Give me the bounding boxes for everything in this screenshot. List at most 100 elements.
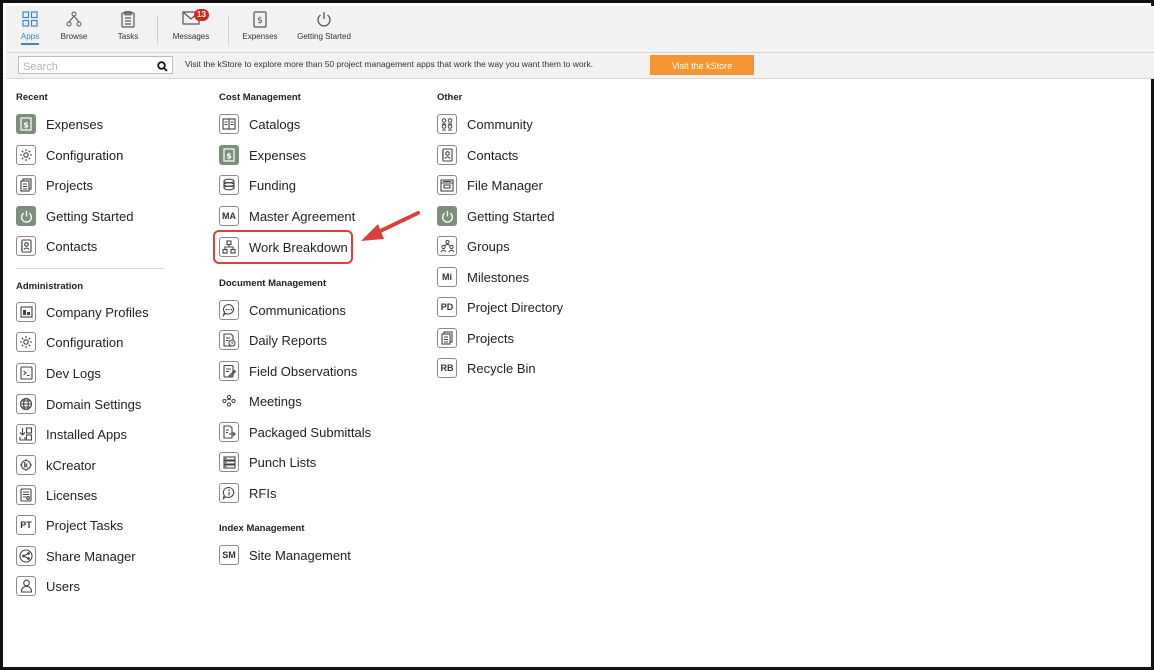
admin-item-licenses[interactable]: Licenses xyxy=(16,484,97,506)
svg-text:$: $ xyxy=(257,16,263,26)
admin-item-share-manager[interactable]: Share Manager xyxy=(16,545,136,567)
toolbar-browse[interactable]: Browse xyxy=(54,6,94,50)
cost-item-catalogs[interactable]: Catalogs xyxy=(219,113,300,135)
kstore-promo-text: Visit the kStore to explore more than 50… xyxy=(185,59,594,69)
section-title-administration: Administration xyxy=(16,281,84,292)
toolbar-messages-label: Messages xyxy=(172,32,210,41)
clipboard-icon xyxy=(110,6,146,32)
gear-icon xyxy=(16,332,36,352)
groups-icon xyxy=(437,236,457,256)
admin-item-kcreator[interactable]: k kCreator xyxy=(16,454,96,476)
cost-item-label: Catalogs xyxy=(249,116,301,132)
chat-icon xyxy=(219,300,239,320)
search-icon[interactable] xyxy=(157,59,168,77)
power-icon xyxy=(292,6,356,32)
admin-item-installed-apps[interactable]: Installed Apps xyxy=(16,423,127,445)
cost-item-funding[interactable]: Funding xyxy=(219,174,296,196)
search-input[interactable] xyxy=(19,59,149,75)
other-item-label: Projects xyxy=(467,330,514,346)
doc-item-label: Packaged Submittals xyxy=(249,424,372,440)
doc-item-punch-lists[interactable]: Punch Lists xyxy=(219,451,316,473)
doc-item-field-observations[interactable]: Field Observations xyxy=(219,360,357,382)
admin-item-company-profiles[interactable]: Company Profiles xyxy=(16,301,149,323)
kcreator-icon: k xyxy=(16,455,36,475)
svg-text:$: $ xyxy=(23,121,29,130)
toolbar-apps-label: Apps xyxy=(20,32,40,45)
contacts-icon xyxy=(16,236,36,256)
toolbar-browse-label: Browse xyxy=(60,32,88,41)
meeting-icon xyxy=(219,391,239,411)
other-item-label: Groups xyxy=(467,238,510,254)
doc-item-label: Punch Lists xyxy=(249,454,317,470)
doc-item-packaged-submittals[interactable]: Packaged Submittals xyxy=(219,421,371,443)
index-item-label: Site Management xyxy=(249,547,351,563)
callout-arrow-icon xyxy=(361,211,420,241)
visit-kstore-button[interactable]: Visit the kStore xyxy=(650,55,754,75)
field-observation-icon xyxy=(219,361,239,381)
apps-grid-icon xyxy=(16,6,44,32)
other-item-recycle-bin[interactable]: RB Recycle Bin xyxy=(437,357,536,379)
other-item-label: Getting Started xyxy=(467,208,555,224)
recent-item-label: Getting Started xyxy=(46,208,134,224)
other-item-community[interactable]: Community xyxy=(437,113,533,135)
admin-item-configuration[interactable]: Configuration xyxy=(16,331,123,353)
doc-item-daily-reports[interactable]: Daily Reports xyxy=(219,329,327,351)
expenses-icon: $ xyxy=(16,114,36,134)
expenses-icon: $ xyxy=(238,6,282,32)
doc-item-label: Field Observations xyxy=(249,363,358,379)
doc-item-communications[interactable]: Communications xyxy=(219,299,346,321)
other-item-label: Project Directory xyxy=(467,299,564,315)
submittal-icon xyxy=(219,422,239,442)
power-icon xyxy=(16,206,36,226)
toolbar-getting-started[interactable]: Getting Started xyxy=(292,6,356,50)
company-icon xyxy=(16,302,36,322)
text-badge-icon: SM xyxy=(219,545,239,565)
section-title-recent: Recent xyxy=(16,92,48,103)
admin-item-project-tasks[interactable]: PT Project Tasks xyxy=(16,514,123,536)
text-badge-icon: Mi xyxy=(437,267,457,287)
cost-item-label: Funding xyxy=(249,177,296,193)
search-bar-row: Visit the kStore to explore more than 50… xyxy=(6,53,1154,79)
cost-item-expenses[interactable]: $ Expenses xyxy=(219,144,306,166)
projects-icon xyxy=(437,328,457,348)
other-item-milestones[interactable]: Mi Milestones xyxy=(437,266,529,288)
other-item-getting-started[interactable]: Getting Started xyxy=(437,205,554,227)
contacts-icon xyxy=(437,145,457,165)
cost-item-master-agreement[interactable]: MA Master Agreement xyxy=(219,205,355,227)
admin-item-dev-logs[interactable]: Dev Logs xyxy=(16,362,101,384)
work-breakdown-highlight xyxy=(213,230,353,264)
recent-item-projects[interactable]: Projects xyxy=(16,174,93,196)
user-icon xyxy=(16,576,36,596)
licenses-icon xyxy=(16,485,36,505)
top-toolbar: Apps Browse Tasks 13 Messages $ Expenses… xyxy=(6,6,1154,53)
admin-item-domain-settings[interactable]: Domain Settings xyxy=(16,393,141,415)
toolbar-tasks[interactable]: Tasks xyxy=(110,6,146,50)
power-icon xyxy=(437,206,457,226)
app-window: Apps Browse Tasks 13 Messages $ Expenses… xyxy=(0,0,1154,670)
recent-item-expenses[interactable]: $ Expenses xyxy=(16,113,103,135)
toolbar-expenses-label: Expenses xyxy=(242,32,278,41)
toolbar-separator xyxy=(228,15,229,45)
toolbar-expenses[interactable]: $ Expenses xyxy=(238,6,282,50)
recent-item-configuration[interactable]: Configuration xyxy=(16,144,123,166)
other-item-projects[interactable]: Projects xyxy=(437,327,514,349)
svg-text:$: $ xyxy=(226,152,232,161)
recent-item-getting-started[interactable]: Getting Started xyxy=(16,205,133,227)
admin-item-label: Users xyxy=(46,578,80,594)
other-item-file-manager[interactable]: File Manager xyxy=(437,174,543,196)
toolbar-tasks-label: Tasks xyxy=(117,32,139,41)
admin-item-users[interactable]: Users xyxy=(16,575,80,597)
other-item-groups[interactable]: Groups xyxy=(437,235,510,257)
toolbar-apps[interactable]: Apps xyxy=(16,6,44,50)
doc-item-rfis[interactable]: RFIs xyxy=(219,482,276,504)
other-item-contacts[interactable]: Contacts xyxy=(437,144,518,166)
recent-item-label: Contacts xyxy=(46,238,98,254)
other-item-project-directory[interactable]: PD Project Directory xyxy=(437,296,563,318)
projects-icon xyxy=(16,175,36,195)
index-item-site-management[interactable]: SM Site Management xyxy=(219,544,351,566)
catalog-icon xyxy=(219,114,239,134)
recent-item-contacts[interactable]: Contacts xyxy=(16,235,97,257)
doc-item-meetings[interactable]: Meetings xyxy=(219,390,302,412)
toolbar-separator xyxy=(157,15,158,45)
toolbar-messages[interactable]: 13 Messages xyxy=(167,6,215,50)
